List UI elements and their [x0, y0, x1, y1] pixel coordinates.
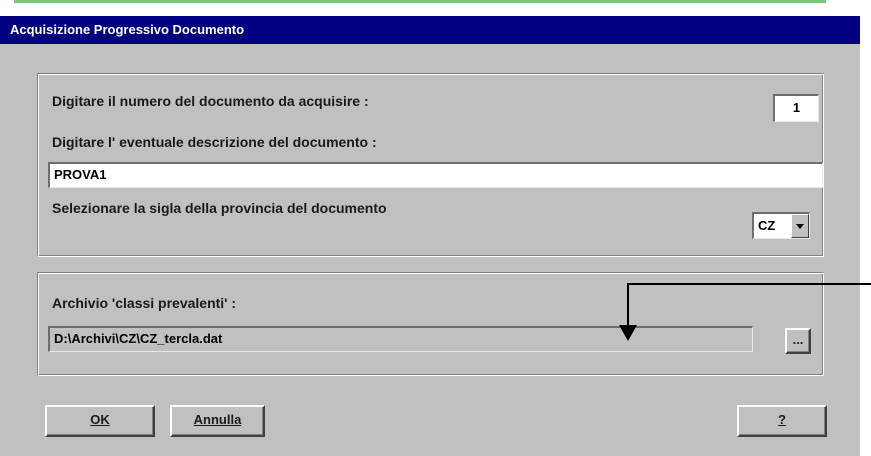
provincia-value: CZ — [758, 218, 776, 233]
numero-documento-input[interactable]: 1 — [773, 94, 819, 122]
chevron-down-icon[interactable] — [791, 214, 809, 238]
background-strip — [0, 0, 871, 16]
accent-line — [14, 0, 826, 3]
archivio-label: Archivio 'classi prevalenti' : — [52, 295, 237, 311]
dialog-window: Acquisizione Progressivo Documento Digit… — [0, 16, 860, 456]
descrizione-input[interactable]: PROVA1 — [48, 162, 823, 188]
archivio-group — [37, 272, 824, 376]
annulla-label: Annulla — [193, 412, 242, 427]
help-button[interactable]: ? — [737, 405, 827, 437]
annotation-line — [627, 283, 871, 285]
ok-button[interactable]: OK — [45, 405, 155, 437]
arrow-down-icon — [619, 325, 637, 341]
browse-button[interactable]: ... — [785, 328, 811, 354]
help-label: ? — [778, 412, 786, 427]
annotation-line-vertical — [627, 283, 629, 325]
descrizione-label: Digitare l' eventuale descrizione del do… — [52, 134, 377, 150]
annulla-button[interactable]: Annulla — [170, 405, 265, 437]
provincia-label: Selezionare la sigla della provincia del… — [52, 200, 387, 216]
archivio-path-field: D:\Archivi\CZ\CZ_tercla.dat — [48, 326, 753, 352]
ok-label: OK — [90, 412, 110, 427]
numero-label: Digitare il numero del documento da acqu… — [52, 93, 369, 109]
window-title: Acquisizione Progressivo Documento — [0, 16, 860, 44]
provincia-select[interactable]: CZ — [752, 212, 810, 239]
